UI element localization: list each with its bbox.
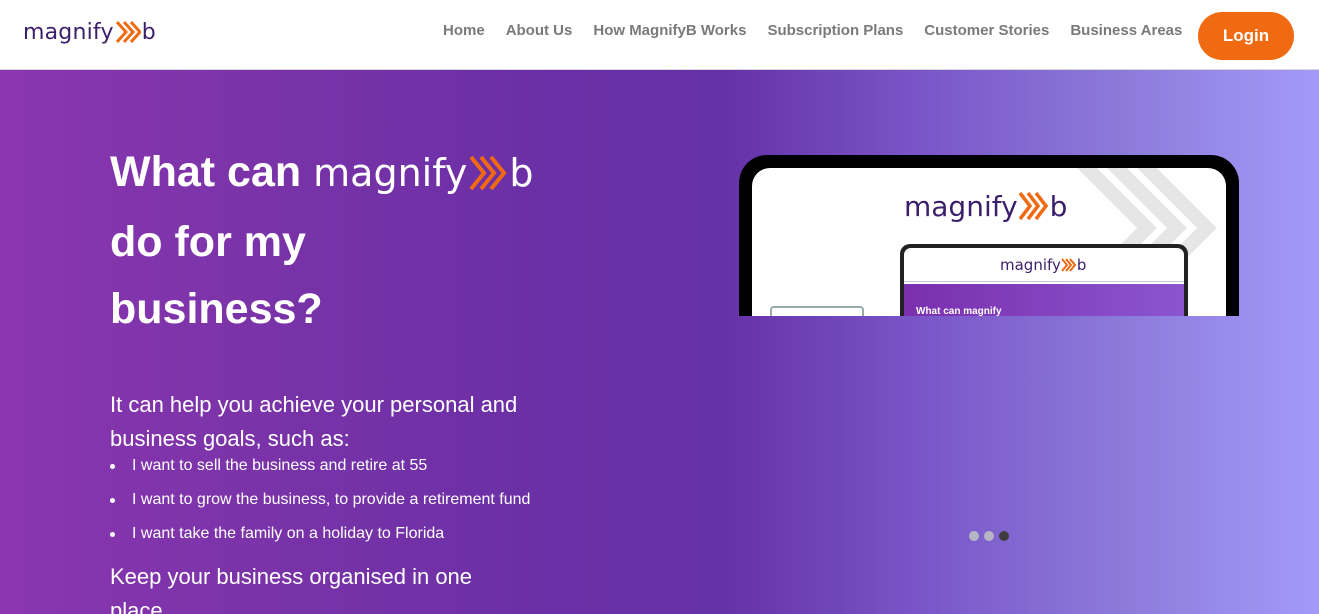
inner-logo-text: magnify [1000,256,1061,274]
hero-heading-text: What can [110,148,302,196]
goals-list: I want to sell the business and retire a… [110,454,530,556]
inner-logo: magnify b [1000,256,1086,274]
hero-heading-line1: What can magnify b [110,148,534,197]
login-button[interactable]: Login [1198,12,1294,60]
inner-laptop-mockup: magnify b What can magnify [900,244,1188,316]
hero-heading-line2: do for my [110,218,306,266]
logo-text: magnify [23,19,114,45]
chevron-logo-icon [1018,191,1048,221]
hero-keep-organised: Keep your business organised in one plac… [110,564,473,614]
carousel-dot-3[interactable] [999,531,1009,541]
carousel-dot-1[interactable] [969,531,979,541]
carousel-dots [969,531,1014,541]
divider [904,281,1184,282]
list-item: I want to sell the business and retire a… [110,454,530,488]
tablet-screen: magnify b magnify b What can magnify [752,168,1226,316]
inner-heading: What can magnify [916,306,1002,316]
hero-intro: It can help you achieve your personal an… [110,392,518,451]
mockup-logo-text: magnify [904,189,1018,223]
list-item: I want to grow the business, to provide … [110,488,530,522]
nav-business-areas[interactable]: Business Areas [1070,22,1182,39]
inner-logo-suffix: b [1076,256,1087,274]
nav-home[interactable]: Home [443,22,485,39]
list-item: I want take the family on a holiday to F… [110,522,530,556]
brand-logo[interactable]: magnify b [23,16,156,48]
site-header: magnify b Home About Us How MagnifyB Wor… [0,0,1319,70]
nav-about-us[interactable]: About Us [506,22,573,39]
side-device-edge [770,306,864,316]
inner-hero-band: What can magnify [904,284,1184,316]
nav-customer-stories[interactable]: Customer Stories [924,22,1049,39]
chevron-logo-icon [1061,258,1077,272]
nav-subscription-plans[interactable]: Subscription Plans [767,22,903,39]
mockup-logo: magnify b [904,188,1067,224]
logo-suffix: b [141,19,156,45]
nav-how-it-works[interactable]: How MagnifyB Works [593,22,746,39]
chevron-logo-icon [469,155,507,190]
carousel-dot-2[interactable] [984,531,994,541]
inner-screen: magnify b What can magnify [904,248,1184,316]
hero-section: What can magnify b do for my business? I… [0,70,1319,614]
chevron-logo-icon [115,20,141,44]
tablet-mockup-image: magnify b magnify b What can magnify [739,155,1239,316]
main-nav: Home About Us How MagnifyB Works Subscri… [443,22,1203,39]
hero-heading-line3: business? [110,285,323,333]
mockup-logo-suffix: b [1049,189,1068,223]
hero-heading-logo-text: magnify [313,150,468,195]
hero-heading-logo-suffix: b [509,150,534,195]
